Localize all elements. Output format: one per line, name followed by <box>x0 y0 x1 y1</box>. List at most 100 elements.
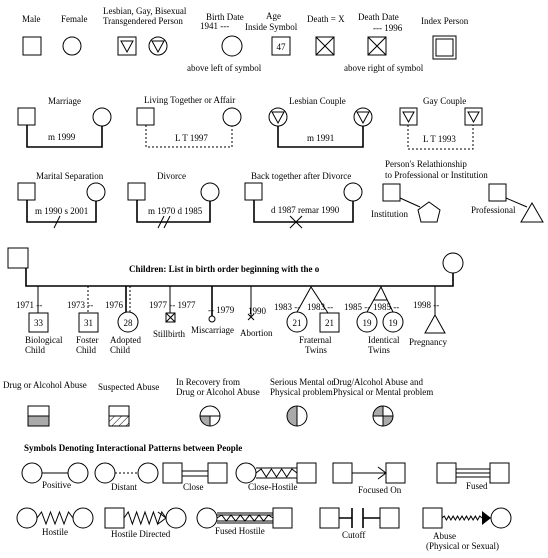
hostile-directed-pattern: Hostile Directed <box>104 507 187 539</box>
hostile-zigzag <box>255 468 298 478</box>
child-year: -- 1979 <box>208 305 235 315</box>
male-square-icon <box>489 462 510 484</box>
child-label: Miscarriage <box>191 325 234 335</box>
x-icon <box>165 312 176 323</box>
focused-on-label: Focused On <box>358 485 402 495</box>
divorce-date: m 1970 d 1985 <box>148 206 203 216</box>
hostile-pattern: Hostile <box>16 507 94 537</box>
child-label-1: Identical <box>368 335 400 345</box>
age-group: Age Inside Symbol 47 <box>245 11 298 56</box>
marriage-group: Marriage m 1999 <box>17 96 112 148</box>
abuse-label-2: (Physical or Sexual) <box>426 541 499 551</box>
serious-problem-label-1: Serious Mental or <box>270 377 335 387</box>
hostile-zigzag <box>216 514 274 522</box>
child-age: 19 <box>389 318 399 328</box>
combined-label-1: Drug/Alcohol Abuse and <box>333 377 423 387</box>
male-label: Male <box>22 14 41 24</box>
age-value: 47 <box>277 42 287 52</box>
biological-child: 1971 -- 33 Biological Child <box>16 286 63 355</box>
professional-relationship-label-2: to Professional or Institution <box>385 170 488 180</box>
fused-lines <box>456 468 490 478</box>
female-circle-icon <box>92 107 112 127</box>
female-circle-icon <box>62 36 82 56</box>
child-age: 28 <box>124 318 134 328</box>
male-square-icon <box>17 107 36 126</box>
x-icon <box>315 36 335 56</box>
index-square-inner-icon <box>435 38 454 57</box>
hatch <box>109 416 129 426</box>
living-together-label: Living Together or Affair <box>144 95 235 105</box>
child-label: Stillbirth <box>153 329 186 339</box>
female-circle-icon <box>86 182 106 202</box>
birth-year: 1941 --- <box>200 21 229 31</box>
male-square-icon <box>332 462 353 484</box>
professional-relationship-label-1: Person's Relathionship <box>385 159 467 169</box>
lesbian-couple-group: Lesbian Couple m 1991 <box>268 96 373 148</box>
female-circle-icon <box>16 507 38 529</box>
triangle-icon <box>467 111 480 124</box>
female-circle-icon <box>137 462 159 484</box>
serious-problem-label-2: Physical problem <box>270 387 333 397</box>
child-year: 1977 -- 1977 <box>149 300 196 310</box>
female-circle-icon <box>235 462 257 484</box>
male-square-icon <box>136 107 155 126</box>
genogram-legend: Male Female Lesbian, Gay, Bisexual Trans… <box>3 6 544 551</box>
marriage-date: m 1999 <box>48 132 76 142</box>
child-year: 1985 -- <box>344 302 370 312</box>
index-person-label: Index Person <box>421 16 469 26</box>
male-square-icon <box>488 183 507 202</box>
fused-hostile-pattern: Fused Hostile <box>196 507 293 536</box>
suspected-abuse-label: Suspected Abuse <box>98 382 159 392</box>
cutoff-line <box>339 508 380 528</box>
close-pattern: Close <box>162 462 228 492</box>
female-symbol-group: Female <box>61 14 88 56</box>
death-group: Death = X <box>307 14 345 56</box>
child-year: 1998 -- <box>413 300 439 310</box>
female-circle-icon <box>72 507 94 529</box>
fused-label: Fused <box>466 481 488 491</box>
death-note: above right of symbol <box>344 63 424 73</box>
child-label-1: Fraternal <box>299 335 332 345</box>
x-icon <box>367 36 387 56</box>
positive-pattern: Positive <box>21 462 89 490</box>
recovery-label-2: Drug or Alcohol Abuse <box>176 387 260 397</box>
pregnancy-triangle-icon <box>424 313 446 334</box>
separation-date: m 1990 s 2001 <box>35 206 88 216</box>
triangle-icon <box>271 111 285 125</box>
lgbt-symbol-group: Lesbian, Gay, Bisexual Transgendered Per… <box>103 6 187 56</box>
identical-twins: 1985 -- 1985 -- 19 19 Identical Twins <box>344 285 404 355</box>
recovery-label-1: In Recovery from <box>176 377 240 387</box>
children-group: Children: List in birth order beginning … <box>7 247 464 355</box>
male-square-icon <box>379 507 400 529</box>
abuse-label-1: Abuse <box>433 531 456 541</box>
age-label-1: Age <box>266 11 281 21</box>
interactions-group: Symbols Denoting Interactional Patterns … <box>16 443 512 551</box>
close-lines <box>182 470 208 477</box>
filled-arrowhead-icon <box>482 511 491 525</box>
male-square-icon <box>162 462 183 484</box>
female-circle-icon <box>165 507 187 529</box>
lgbt-label-2: Transgendered Person <box>103 16 183 26</box>
triangle-icon <box>356 111 370 125</box>
child-label-2: Twins <box>368 345 390 355</box>
child-age: 21 <box>293 318 302 328</box>
female-circle-icon <box>196 507 218 529</box>
mother-circle-icon <box>442 252 464 274</box>
stillbirth: 1977 -- 1977 Stillbirth <box>149 286 196 339</box>
divorce-group: Divorce m 1970 d 1985 <box>127 171 220 229</box>
miscarriage: -- 1979 Miscarriage <box>191 286 235 335</box>
cutoff-label: Cutoff <box>342 530 365 540</box>
child-year: 1983 -- <box>274 302 300 312</box>
relationship-line <box>399 197 421 208</box>
male-square-icon <box>244 182 263 201</box>
female-circle-icon <box>200 182 220 202</box>
triangle-icon <box>120 40 134 54</box>
adopted-child: 1976 28 Adopted Child <box>105 286 141 355</box>
drug-abuse-label: Drug or Alcohol Abuse <box>3 380 87 390</box>
hostile-directed-label: Hostile Directed <box>111 529 171 539</box>
abuse-pattern: Abuse (Physical or Sexual) <box>422 507 512 551</box>
male-square-icon <box>207 462 228 484</box>
child-year: 1990 <box>248 306 267 316</box>
child-year: 1971 -- <box>16 300 42 310</box>
female-circle-icon <box>94 462 116 484</box>
